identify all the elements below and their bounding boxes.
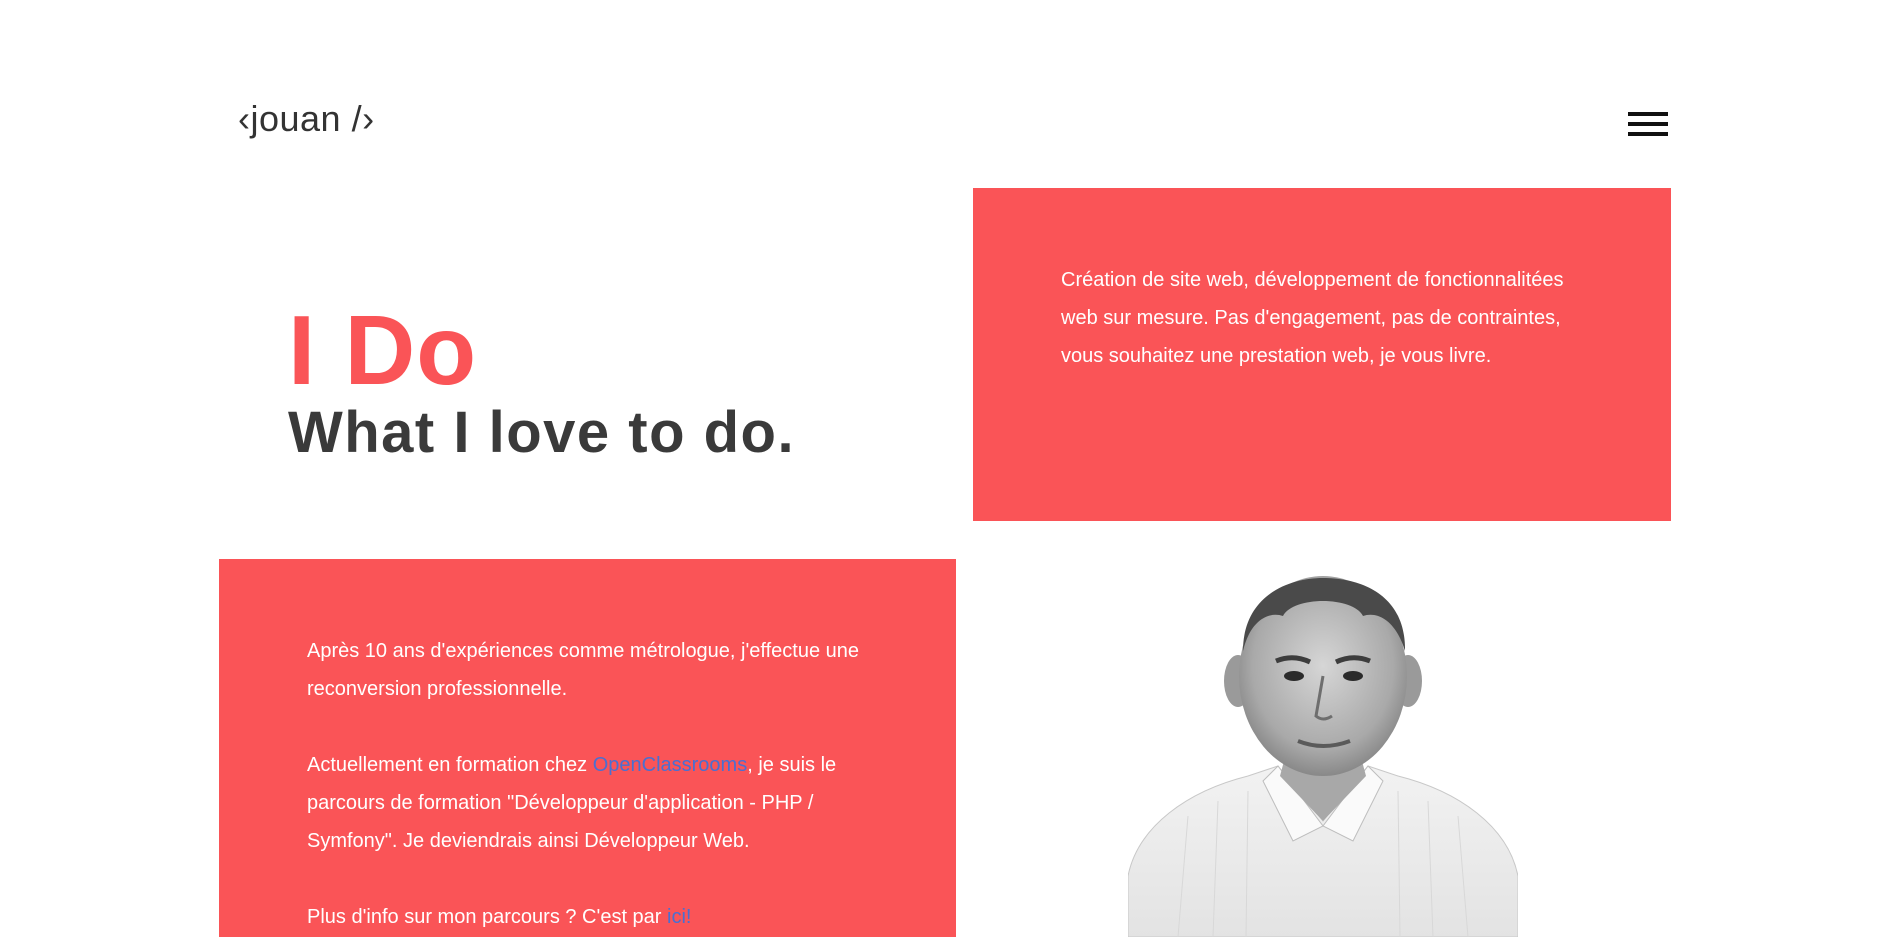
profile-photo-illustration [1128,576,1518,937]
menu-bar-top [1628,112,1668,116]
site-logo[interactable]: ‹jouan /› [238,98,375,140]
profile-photo [1128,576,1518,937]
hamburger-menu-icon[interactable] [1628,112,1668,138]
openclassrooms-link[interactable]: OpenClassrooms [593,754,748,776]
hero-subtitle: What I love to do. [288,400,796,465]
services-text: Création de site web, développement de f… [1061,269,1564,367]
about-card: Après 10 ans d'expériences comme métrolo… [219,559,956,937]
menu-bar-middle [1628,122,1668,126]
about-paragraph-3-start: Plus d'info sur mon parcours ? C'est par [307,906,668,928]
page: ‹jouan /› I Do What I love to do. Créati… [0,0,1898,937]
about-paragraph-2-start: Actuellement en formation chez [307,754,593,776]
menu-bar-bottom [1628,132,1668,136]
about-paragraph-1: Après 10 ans d'expériences comme métrolo… [307,640,860,700]
about-paragraph-2: Actuellement en formation chez OpenClass… [307,746,868,860]
hero-section: I Do What I love to do. [288,300,795,466]
about-paragraph-3: Plus d'info sur mon parcours ? C'est par… [307,898,868,936]
services-card: Création de site web, développement de f… [973,188,1671,521]
hero-title: I Do [288,295,478,405]
parcours-link[interactable]: ici! [667,906,691,928]
